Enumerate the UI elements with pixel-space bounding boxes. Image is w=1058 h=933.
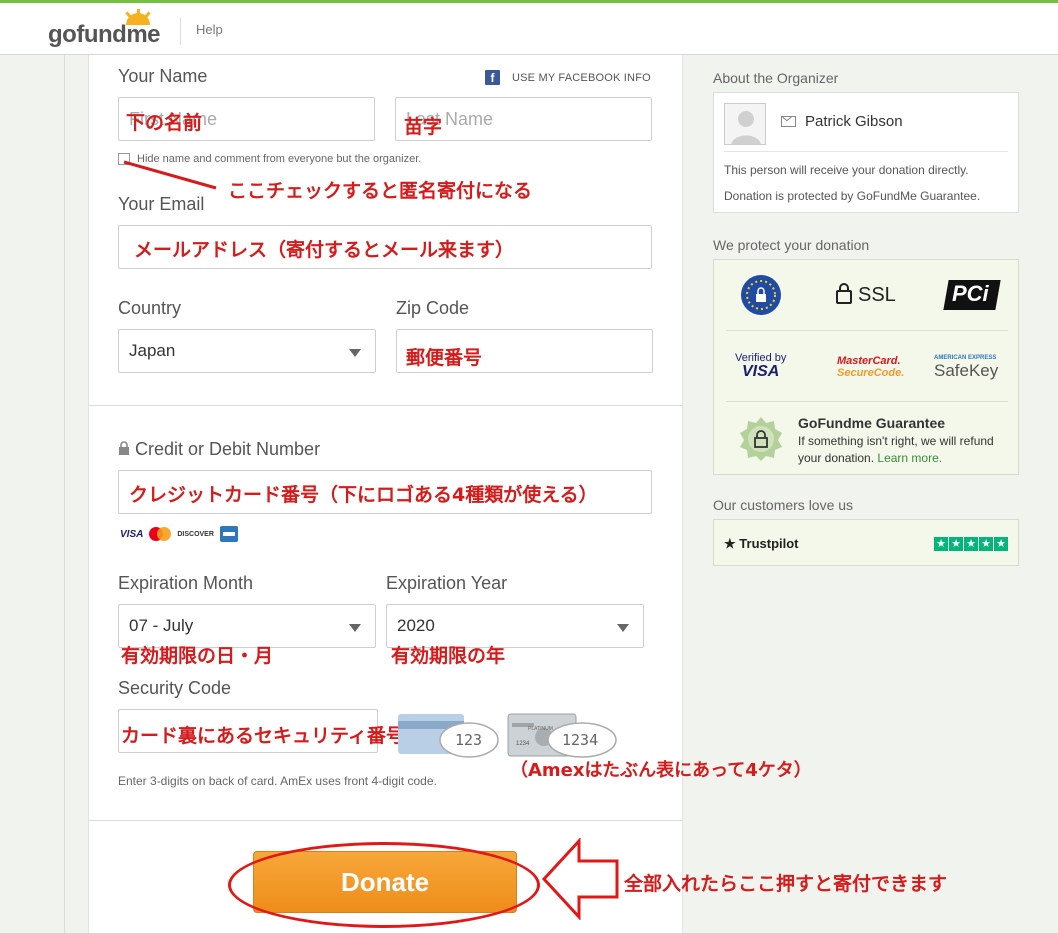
section-divider — [88, 820, 683, 821]
mastercard-securecode-bottom: SecureCode. — [837, 367, 905, 379]
annotation-amex: （Amexはたぶん表にあって4ケタ） — [510, 760, 812, 781]
protected-text: Donation is protected by GoFundMe Guaran… — [724, 189, 981, 203]
organizer-card: Patrick Gibson This person will receive … — [713, 92, 1019, 213]
chevron-down-icon — [349, 624, 361, 632]
annotation-arrow-icon — [541, 838, 619, 920]
protection-badges: SSL PCi Verified by VISA MasterCard. Sec… — [713, 259, 1019, 475]
guarantee-badge-icon — [740, 417, 782, 461]
annotation-anonymous: ここチェックすると匿名寄付になる — [228, 180, 533, 202]
left-gutter-line — [64, 55, 65, 933]
verified-by-visa-bottom: VISA — [742, 363, 780, 380]
cvv-back-value: 123 — [455, 731, 483, 749]
annotation-donate: 全部入れたらここ押すと寄付できます — [624, 873, 948, 895]
star-icon: ★ — [979, 537, 993, 551]
mail-icon — [781, 116, 796, 127]
annotation-card-number: クレジットカード番号（下にロゴある4種類が使える） — [129, 484, 598, 506]
logo-fund: fund — [76, 21, 127, 48]
annotation-zip: 郵便番号 — [406, 347, 483, 369]
divider — [726, 330, 1008, 331]
annotation-exp-month: 有効期限の日・月 — [121, 645, 274, 667]
guarantee-title: GoFundme Guarantee — [798, 415, 946, 431]
star-icon: ★ — [949, 537, 963, 551]
help-link[interactable]: Help — [196, 22, 223, 37]
divider — [724, 151, 1008, 152]
star-icon: ★ — [964, 537, 978, 551]
header: gofundme Help — [0, 3, 1058, 55]
pci-text: PCi — [952, 281, 989, 306]
annotation-email: メールアドレス（寄付するとメール来ます） — [134, 239, 515, 261]
ssl-badge: SSL — [858, 284, 896, 306]
mastercard-securecode-top: MasterCard. — [837, 355, 901, 367]
trustpilot-name: Trustpilot — [739, 536, 799, 551]
visa-logo-icon: VISA — [120, 528, 144, 540]
exp-month-label: Expiration Month — [118, 573, 254, 593]
logo-go: go — [48, 21, 77, 48]
direct-donation-text: This person will receive your donation d… — [724, 163, 969, 177]
star-icon: ★ — [934, 537, 948, 551]
annotation-last-name: 苗字 — [404, 116, 443, 138]
security-code-label: Security Code — [118, 678, 232, 698]
annotation-ellipse — [228, 842, 540, 928]
amex-safekey-bottom: SafeKey — [934, 361, 999, 380]
your-name-label: Your Name — [118, 66, 208, 86]
eu-shield-icon — [741, 275, 781, 315]
chevron-down-icon — [349, 349, 361, 357]
annotation-security: カード裏にあるセキュリティ番号 — [121, 725, 405, 747]
guarantee-text: If something isn't right, we will refund… — [798, 433, 1013, 467]
exp-year-label: Expiration Year — [386, 573, 508, 593]
gofundme-logo[interactable]: gofundme — [48, 21, 160, 49]
svg-text:1234: 1234 — [516, 741, 530, 747]
logo-me: me — [126, 21, 160, 48]
country-label: Country — [118, 298, 182, 318]
chevron-down-icon — [617, 624, 629, 632]
facebook-icon[interactable]: f — [485, 70, 500, 85]
annotation-arrow-line — [123, 160, 217, 190]
facebook-link[interactable]: USE MY FACEBOOK INFO — [512, 72, 651, 84]
exp-year-value: 2020 — [397, 616, 435, 635]
lock-icon — [836, 283, 852, 304]
organizer-title: About the Organizer — [713, 70, 839, 86]
accepted-cards: VISA DISCOVER — [120, 526, 238, 542]
avatar — [724, 103, 766, 145]
header-divider — [180, 17, 181, 45]
discover-logo-icon: DISCOVER — [177, 530, 214, 538]
section-divider — [88, 405, 683, 406]
trustpilot-logo: ★ Trustpilot — [724, 536, 799, 551]
organizer-name[interactable]: Patrick Gibson — [805, 113, 903, 130]
customers-title: Our customers love us — [713, 497, 854, 513]
protect-title: We protect your donation — [713, 237, 870, 253]
amex-logo-icon — [219, 526, 238, 542]
annotation-exp-year: 有効期限の年 — [391, 645, 506, 667]
country-select[interactable]: Japan — [118, 329, 376, 373]
your-email-label: Your Email — [118, 194, 205, 214]
learn-more-link[interactable]: Learn more. — [877, 451, 942, 465]
exp-month-value: 07 - July — [129, 616, 194, 635]
zip-label: Zip Code — [396, 298, 470, 318]
trustpilot-stars: ★ ★ ★ ★ ★ — [934, 537, 1008, 551]
security-code-help: Enter 3-digits on back of card. AmEx use… — [118, 774, 437, 788]
cvv-front-value: 1234 — [562, 731, 599, 749]
trustpilot-box[interactable]: ★ Trustpilot ★ ★ ★ ★ ★ — [713, 519, 1019, 566]
lock-icon — [119, 441, 129, 455]
mastercard-logo-icon — [149, 527, 172, 541]
card-number-label: Credit or Debit Number — [135, 439, 321, 459]
star-icon: ★ — [994, 537, 1008, 551]
divider — [726, 401, 1008, 402]
country-value: Japan — [129, 341, 176, 360]
annotation-first-name: 下の名前 — [126, 112, 203, 134]
logo-sun-icon — [125, 9, 151, 25]
